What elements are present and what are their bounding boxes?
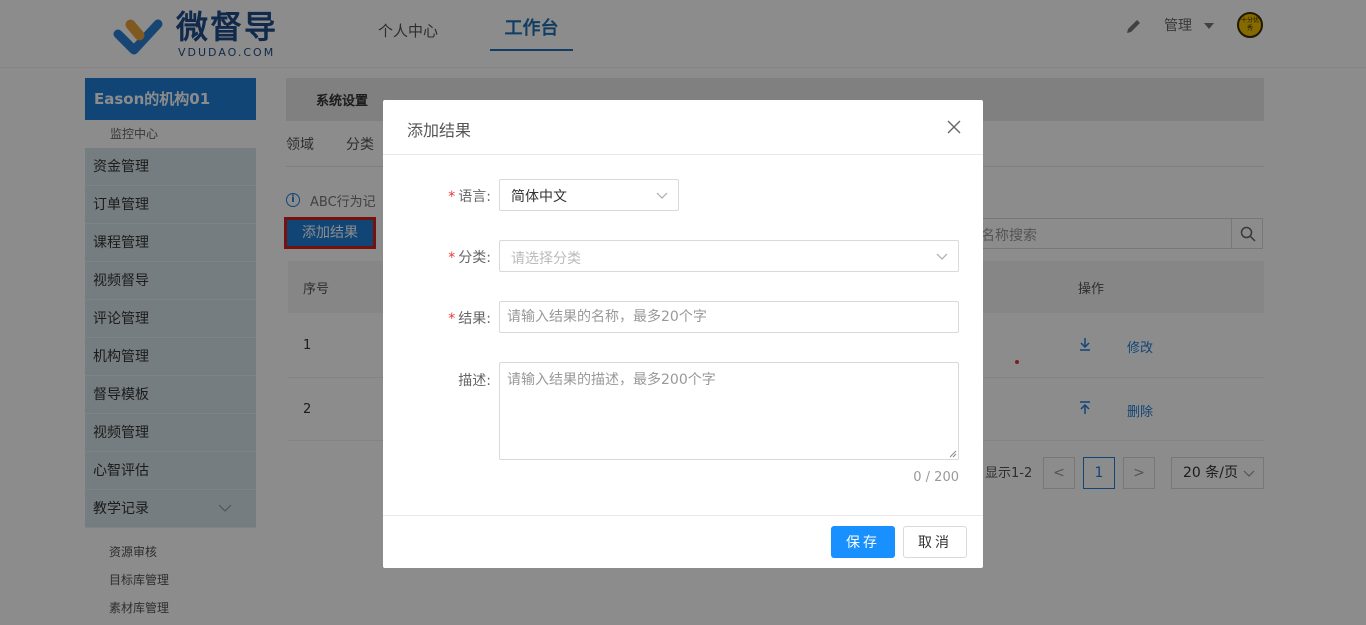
language-label-text: 语言:	[458, 189, 491, 205]
category-select[interactable]: 请选择分类	[499, 240, 959, 272]
category-label-text: 分类:	[458, 250, 491, 266]
add-result-dialog: 添加结果 *语言: 简体中文 *分类: 请选择分类 *结果: 描述: 0 / 2…	[383, 100, 983, 568]
chevron-down-icon	[656, 192, 668, 199]
language-select[interactable]: 简体中文	[499, 179, 679, 211]
language-label: * 语言:	[383, 186, 491, 206]
dialog-footer: 保存 取消	[383, 515, 983, 568]
required-mark: *	[448, 250, 456, 266]
result-name-input[interactable]	[499, 301, 959, 333]
description-label: 描述:	[458, 373, 491, 389]
chevron-down-icon	[936, 253, 948, 260]
category-label: * 分类:	[383, 247, 491, 267]
dialog-title: 添加结果	[407, 121, 472, 140]
result-label-text: 结果:	[458, 311, 491, 327]
language-value: 简体中文	[511, 189, 567, 205]
required-mark: *	[448, 311, 456, 327]
description-textarea[interactable]	[499, 362, 959, 460]
cancel-button[interactable]: 取消	[903, 526, 967, 558]
dialog-header: 添加结果	[383, 100, 983, 155]
resize-handle-icon[interactable]	[949, 450, 957, 458]
save-button[interactable]: 保存	[831, 526, 895, 558]
category-placeholder: 请选择分类	[511, 251, 581, 267]
char-count: 0 / 200	[913, 470, 959, 485]
required-mark: *	[448, 189, 456, 205]
result-label: * 结果:	[383, 308, 491, 328]
close-icon[interactable]	[946, 119, 962, 135]
